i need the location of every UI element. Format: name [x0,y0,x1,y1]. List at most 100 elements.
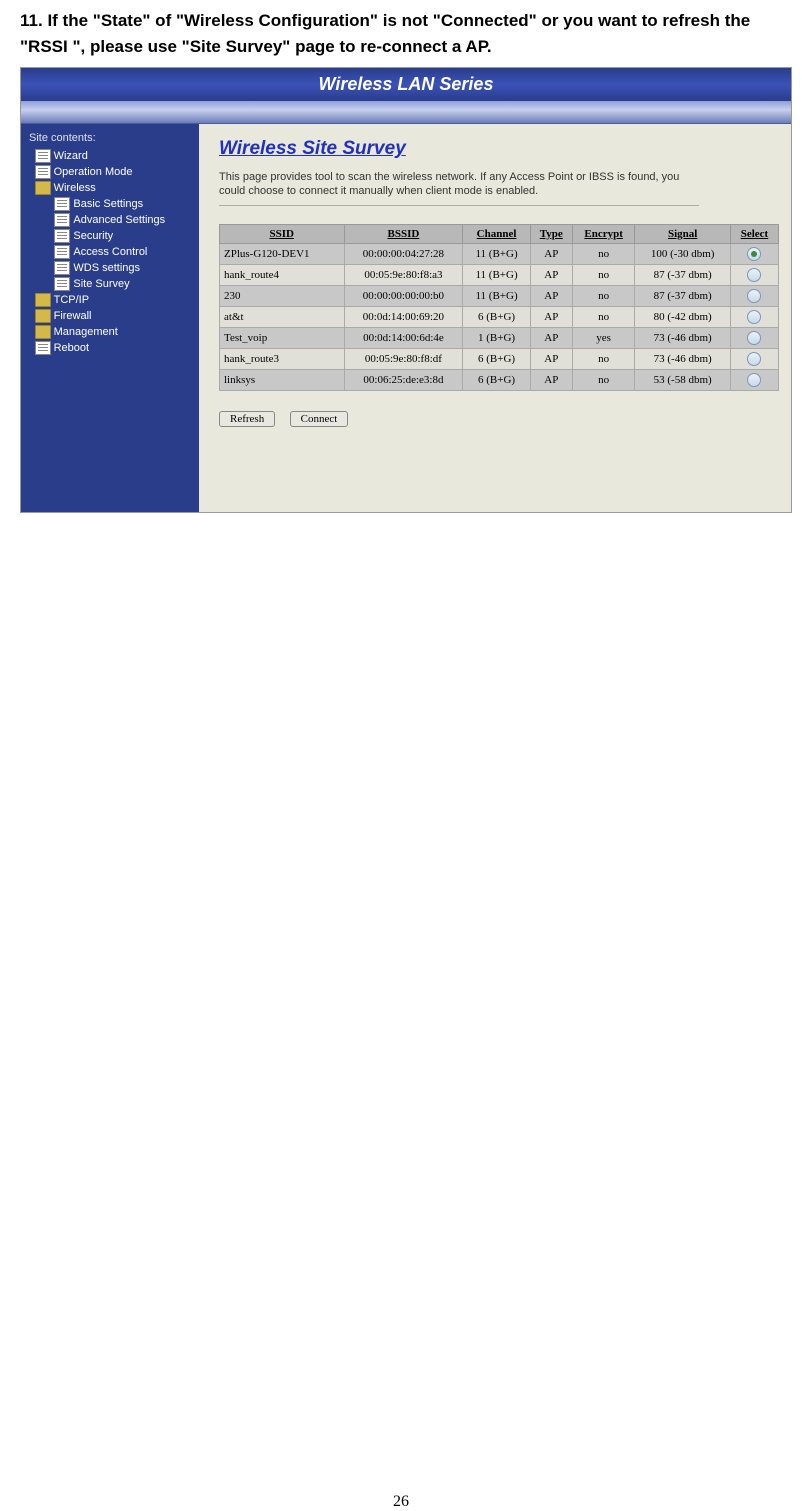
bssid-cell: 00:05:9e:80:f8:df [344,348,463,369]
folder-icon [35,309,51,323]
encrypt-cell: no [572,264,635,285]
type-cell: AP [530,348,572,369]
sidebar-item-wds-settings[interactable]: WDS settings [25,260,195,276]
ssid-cell: linksys [220,369,345,390]
sidebar-item-advanced-settings[interactable]: Advanced Settings [25,212,195,228]
sidebar-item-basic-settings[interactable]: Basic Settings [25,196,195,212]
sidebar-item-access-control[interactable]: Access Control [25,244,195,260]
column-header-signal: Signal [635,224,731,243]
sidebar-item-security[interactable]: Security [25,228,195,244]
sidebar-item-label: Basic Settings [73,198,143,210]
select-cell [730,327,778,348]
document-icon [54,245,70,259]
sidebar-item-label: Advanced Settings [73,214,165,226]
table-row: linksys00:06:25:de:e3:8d6 (B+G)APno53 (-… [220,369,779,390]
signal-cell: 87 (-37 dbm) [635,285,731,306]
sidebar-item-label: Access Control [73,246,147,258]
sidebar-item-management[interactable]: Management [25,324,195,340]
bssid-cell: 00:05:9e:80:f8:a3 [344,264,463,285]
channel-cell: 11 (B+G) [463,285,530,306]
refresh-button[interactable]: Refresh [219,411,275,427]
window-title: Wireless LAN Series [21,68,791,101]
tree-line [25,246,51,258]
bssid-cell: 00:00:00:04:27:28 [344,243,463,264]
column-header-select: Select [730,224,778,243]
signal-cell: 100 (-30 dbm) [635,243,731,264]
connect-button[interactable]: Connect [290,411,349,427]
tree-line [25,326,32,338]
channel-cell: 11 (B+G) [463,264,530,285]
select-cell [730,243,778,264]
column-header-encrypt: Encrypt [572,224,635,243]
type-cell: AP [530,327,572,348]
channel-cell: 6 (B+G) [463,369,530,390]
encrypt-cell: no [572,285,635,306]
sidebar-item-label: Reboot [54,342,89,354]
table-row: Test_voip00:0d:14:00:6d:4e1 (B+G)APyes73… [220,327,779,348]
document-icon [54,213,70,227]
type-cell: AP [530,369,572,390]
encrypt-cell: no [572,306,635,327]
type-cell: AP [530,243,572,264]
select-radio[interactable] [747,352,761,366]
sidebar-item-label: Wireless [54,182,96,194]
sidebar-item-label: Firewall [54,310,92,322]
select-cell [730,369,778,390]
ssid-cell: hank_route4 [220,264,345,285]
sidebar-item-label: Management [54,326,118,338]
sidebar-item-wireless[interactable]: Wireless [25,180,195,196]
sidebar-item-label: Wizard [54,150,88,162]
tree-line [25,342,32,354]
table-row: hank_route400:05:9e:80:f8:a311 (B+G)APno… [220,264,779,285]
sidebar-item-reboot[interactable]: Reboot [25,340,195,356]
select-radio[interactable] [747,289,761,303]
bssid-cell: 00:00:00:00:00:b0 [344,285,463,306]
type-cell: AP [530,306,572,327]
ssid-cell: Test_voip [220,327,345,348]
page-description: This page provides tool to scan the wire… [219,170,699,206]
sidebar-item-label: Site Survey [73,278,129,290]
bssid-cell: 00:0d:14:00:69:20 [344,306,463,327]
sidebar-item-firewall[interactable]: Firewall [25,308,195,324]
select-cell [730,264,778,285]
column-header-bssid: BSSID [344,224,463,243]
sidebar-item-label: Security [73,230,113,242]
sidebar-item-operation-mode[interactable]: Operation Mode [25,164,195,180]
select-radio[interactable] [747,268,761,282]
folder-icon [35,293,51,307]
sidebar-item-tcp/ip[interactable]: TCP/IP [25,292,195,308]
select-radio[interactable] [747,247,761,261]
signal-cell: 73 (-46 dbm) [635,327,731,348]
select-radio[interactable] [747,331,761,345]
signal-cell: 80 (-42 dbm) [635,306,731,327]
ssid-cell: ZPlus-G120-DEV1 [220,243,345,264]
sidebar: Site contents: Wizard Operation Mode Wir… [21,124,199,512]
column-header-channel: Channel [463,224,530,243]
encrypt-cell: no [572,348,635,369]
ssid-cell: 230 [220,285,345,306]
select-cell [730,348,778,369]
document-icon [54,277,70,291]
select-cell [730,306,778,327]
encrypt-cell: no [572,243,635,264]
column-header-type: Type [530,224,572,243]
bssid-cell: 00:06:25:de:e3:8d [344,369,463,390]
folder-icon [35,181,51,195]
doc-instruction-text: If the "State" of "Wireless Configuratio… [20,11,750,56]
signal-cell: 73 (-46 dbm) [635,348,731,369]
bssid-cell: 00:0d:14:00:6d:4e [344,327,463,348]
tree-line [25,230,51,242]
sidebar-item-wizard[interactable]: Wizard [25,148,195,164]
channel-cell: 1 (B+G) [463,327,530,348]
select-radio[interactable] [747,373,761,387]
folder-icon [35,325,51,339]
document-icon [54,197,70,211]
page-number: 26 [0,1493,802,1511]
channel-cell: 6 (B+G) [463,306,530,327]
page-title: Wireless Site Survey [219,138,785,160]
survey-table: SSIDBSSIDChannelTypeEncryptSignalSelect … [219,224,779,391]
app-window: Wireless LAN Series Site contents: Wizar… [20,67,792,513]
document-icon [54,261,70,275]
select-radio[interactable] [747,310,761,324]
sidebar-item-site-survey[interactable]: Site Survey [25,276,195,292]
